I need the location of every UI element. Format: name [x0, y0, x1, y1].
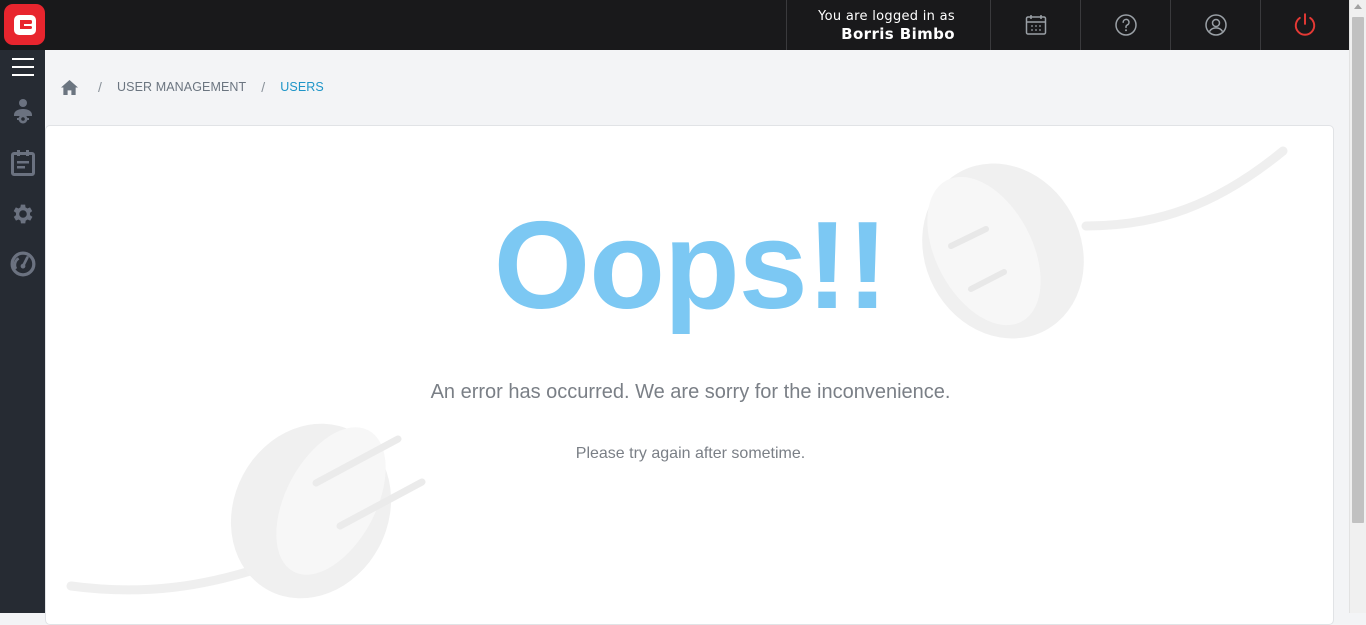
logged-in-info: You are logged in as Borris Bimbo [786, 0, 991, 50]
sidebar-menu-toggle[interactable] [0, 47, 45, 87]
home-icon [61, 79, 78, 95]
app-logo-icon [13, 14, 36, 35]
scroll-thumb[interactable] [1352, 17, 1364, 523]
profile-button[interactable] [1170, 0, 1260, 50]
help-button[interactable] [1080, 0, 1170, 50]
top-bar: You are logged in as Borris Bimbo [0, 0, 1349, 50]
breadcrumb-separator: / [261, 79, 266, 95]
dashboard-gauge-icon [10, 251, 35, 277]
error-hint: Please try again after sometime. [575, 445, 806, 462]
error-title: Oops!! [493, 197, 889, 335]
sidebar-item-user-management[interactable] [0, 92, 45, 132]
hamburger-menu-icon [11, 58, 34, 76]
breadcrumb-home[interactable] [60, 79, 79, 96]
profile-icon [1204, 14, 1227, 36]
breadcrumb-users[interactable]: USERS [280, 80, 324, 94]
breadcrumb-user-management[interactable]: USER MANAGEMENT [117, 80, 246, 94]
schedule-icon [10, 150, 35, 176]
scroll-up-arrow-icon[interactable] [1354, 4, 1362, 9]
logout-button[interactable] [1260, 0, 1349, 50]
breadcrumb-separator: / [98, 79, 102, 95]
sidebar-item-settings[interactable] [0, 194, 45, 234]
app-logo[interactable] [4, 4, 45, 45]
logged-in-label: You are logged in as [818, 9, 955, 24]
sidebar-item-dashboard[interactable] [0, 244, 45, 284]
sidebar-item-schedule[interactable] [0, 143, 45, 183]
user-management-icon [13, 99, 32, 124]
sidebar [0, 50, 45, 613]
page-scrollbar[interactable] [1349, 0, 1366, 613]
calendar-button[interactable] [990, 0, 1080, 50]
help-icon [1114, 14, 1137, 36]
power-icon [1294, 13, 1316, 36]
breadcrumb: / USER MANAGEMENT / USERS [60, 76, 324, 98]
user-name: Borris Bimbo [841, 25, 955, 43]
settings-gear-icon [13, 204, 32, 224]
calendar-icon [1025, 15, 1046, 35]
error-message: An error has occurred. We are sorry for … [430, 381, 951, 403]
error-card: Oops!! An error has occurred. We are sor… [45, 125, 1334, 625]
